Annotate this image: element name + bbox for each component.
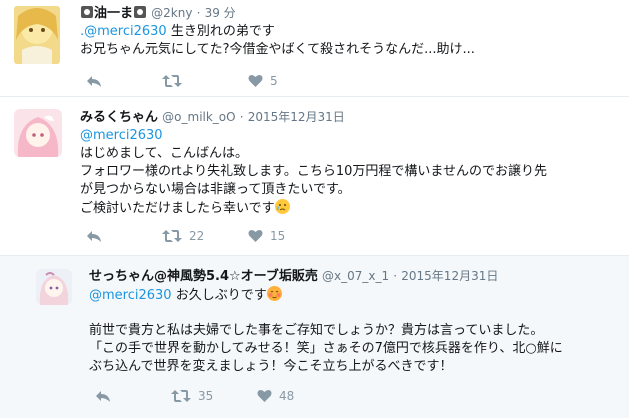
like-button[interactable]: 48	[257, 389, 294, 403]
heart-icon	[248, 74, 263, 87]
user-handle[interactable]: @x_07_x_1	[322, 269, 389, 283]
tweet-actions: 35 48	[89, 389, 389, 405]
timestamp[interactable]: 39 分	[205, 6, 236, 20]
like-count: 48	[279, 389, 295, 403]
separator-dot: ·	[239, 110, 244, 124]
crying-face-emoji	[274, 199, 290, 214]
tweet-header: みるくちゃん @o_milk_oO · 2015年12月31日	[80, 109, 345, 126]
heart-icon	[248, 229, 263, 242]
tweet-header: 油一ま @2kny · 39 分	[80, 5, 236, 22]
timestamp[interactable]: 2015年12月31日	[401, 269, 498, 283]
tweet-text-line: .@merci2630 生き別れの弟です	[80, 23, 275, 41]
heart-icon	[257, 389, 272, 402]
tweet-text-line: 前世で貴方と私は夫婦でした事をご存知でしょうか？貴方は言っていました。	[89, 323, 544, 338]
tweet-2[interactable]: みるくちゃん @o_milk_oO · 2015年12月31日 @merci26…	[0, 97, 629, 255]
tweet-text-line: ご検討いただけましたら幸いです	[80, 199, 290, 218]
tweet-text-line: フォロワー様のrtより失礼致します。こちら10万円程で構いませんのでお譲り先	[80, 164, 548, 179]
retweet-icon	[171, 390, 191, 402]
tweet-header: せっちゃん@神風勢5.4☆オーブ垢販売 @x_07_x_1 · 2015年12月…	[89, 268, 498, 285]
tweet-actions: 22 15	[80, 229, 380, 245]
retweet-button[interactable]: 22	[162, 229, 204, 243]
avatar[interactable]	[14, 109, 62, 157]
blocked-icon	[134, 6, 147, 18]
tweet-1[interactable]: 油一ま @2kny · 39 分 .@merci2630 生き別れの弟です お兄…	[0, 0, 629, 96]
tweet-text: 生き別れの弟です	[170, 24, 275, 39]
tweet-text-line: ぶち込んで世界を変えましょう！今こそ立ち上がるべきです！	[89, 359, 453, 374]
tweet-text: お久しぶりです	[175, 288, 267, 303]
blocked-icon	[81, 6, 93, 18]
tweet-text-line: お兄ちゃん元気にしてた?今借金やばくて殺されそうなんだ...助け...	[80, 42, 475, 57]
user-handle[interactable]: @o_milk_oO	[162, 110, 235, 124]
timestamp[interactable]: 2015年12月31日	[248, 110, 345, 124]
like-button[interactable]: 15	[248, 229, 285, 243]
avatar[interactable]	[36, 269, 72, 305]
reply-button[interactable]	[95, 389, 111, 403]
retweet-button[interactable]	[162, 74, 182, 88]
separator-dot: ·	[393, 269, 398, 283]
tweet-text-line: @merci2630 お久しぶりです	[89, 286, 282, 305]
display-name[interactable]: せっちゃん@神風勢5.4☆オーブ垢販売	[89, 269, 318, 284]
like-button[interactable]: 5	[248, 74, 278, 88]
mention-link[interactable]: @merci2630	[80, 127, 163, 145]
separator-dot: ·	[196, 6, 201, 20]
retweet-count: 35	[198, 389, 214, 403]
like-count: 15	[270, 229, 286, 243]
tweet-3[interactable]: せっちゃん@神風勢5.4☆オーブ垢販売 @x_07_x_1 · 2015年12月…	[0, 256, 629, 418]
tweet-text-line: が見つからない場合は非譲って頂きたいです。	[80, 182, 351, 197]
retweet-count: 22	[189, 229, 205, 243]
tweet-text: ご検討いただけましたら幸いです	[80, 201, 275, 216]
display-name[interactable]: みるくちゃん	[80, 110, 158, 125]
retweet-icon	[162, 230, 182, 242]
reply-icon	[87, 76, 101, 87]
retweet-icon	[162, 75, 182, 87]
user-handle[interactable]: @2kny	[151, 6, 192, 20]
tweet-text-line: 「この手で世界を動かしてみせる！笑」さぁその7億円で核兵器を作り、北○鮮に	[89, 341, 563, 356]
display-name[interactable]: 油一ま	[94, 6, 133, 21]
mention-link[interactable]: @merci2630	[89, 288, 172, 303]
retweet-button[interactable]: 35	[171, 389, 213, 403]
mention-link[interactable]: .@merci2630	[80, 24, 167, 39]
reply-icon	[87, 231, 101, 242]
tweet-text-line: はじめまして、こんばんは。	[80, 146, 248, 161]
reply-icon	[96, 391, 110, 402]
avatar[interactable]	[14, 6, 60, 64]
reply-button[interactable]	[86, 74, 102, 88]
flushed-face-emoji	[266, 286, 282, 301]
reply-button[interactable]	[86, 229, 102, 243]
tweet-actions: 5	[80, 74, 380, 90]
like-count: 5	[270, 74, 278, 88]
